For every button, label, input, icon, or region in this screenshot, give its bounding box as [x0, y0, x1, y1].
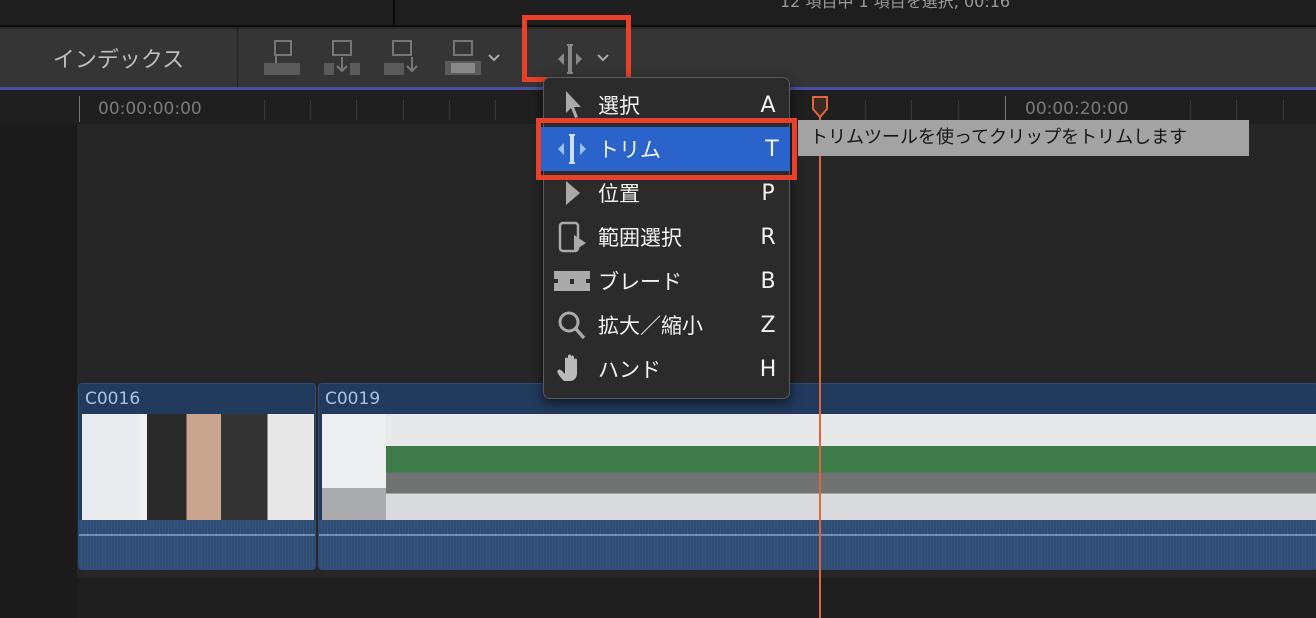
menu-item-hand[interactable]: ハンド H: [548, 347, 786, 391]
clip-thumbnail: [576, 414, 766, 520]
range-select-icon: [558, 221, 586, 253]
clip-thumbnail: [322, 414, 386, 520]
timeline-gutter: [0, 124, 77, 618]
divider: [393, 0, 395, 25]
menu-item-label: ブレード: [598, 270, 682, 294]
shortcut-key: P: [761, 180, 775, 206]
hand-icon: [557, 354, 577, 381]
clip-thumbnail: [766, 414, 956, 520]
playhead-handle[interactable]: [811, 96, 829, 118]
menu-item-label: 位置: [598, 182, 640, 206]
append-clip-icon[interactable]: [382, 39, 422, 79]
menu-item-label: 拡大／縮小: [598, 314, 703, 338]
shortcut-key: H: [759, 356, 777, 382]
blade-icon: [554, 271, 590, 291]
playhead[interactable]: [819, 110, 821, 618]
tooltip: トリムツールを使ってクリップをトリムします: [798, 120, 1249, 156]
arrow-pointer-icon: [566, 91, 581, 118]
menu-item-zoom[interactable]: 拡大／縮小 Z: [548, 303, 786, 347]
timecode-label: 00:00:20:00: [1025, 99, 1129, 119]
clip-c0019[interactable]: C0019: [318, 383, 1316, 570]
shortcut-key: A: [760, 92, 776, 118]
trim-button-highlight: [522, 15, 631, 82]
shortcut-key: B: [760, 268, 776, 294]
selection-status: 12 項目中 1 項目を選択, 00:16: [780, 0, 1011, 11]
clip-name: C0016: [85, 389, 141, 409]
menu-item-label: ハンド: [598, 358, 661, 382]
position-arrow-icon: [566, 181, 580, 205]
menu-item-label: 選択: [598, 94, 640, 118]
trim-item-highlight: [536, 118, 797, 180]
index-button[interactable]: インデックス: [0, 29, 238, 87]
clip-c0016[interactable]: C0016: [78, 383, 316, 570]
overwrite-clip-icon[interactable]: [443, 39, 483, 79]
clip-thumbnail: [956, 414, 1146, 520]
clip-thumbnail: [386, 414, 576, 520]
shortcut-key: Z: [760, 312, 776, 338]
menu-item-range-select[interactable]: 範囲選択 R: [548, 215, 786, 259]
chevron-down-icon[interactable]: [487, 53, 501, 63]
clip-thumbnail: [82, 414, 314, 520]
insert-clip-icon[interactable]: [322, 39, 362, 79]
shortcut-key: R: [760, 224, 776, 250]
connect-clip-icon[interactable]: [262, 39, 302, 79]
zoom-icon: [558, 311, 586, 340]
clip-thumbnail: [1146, 414, 1316, 520]
menu-item-label: 範囲選択: [598, 226, 682, 250]
menu-item-blade[interactable]: ブレード B: [548, 259, 786, 303]
timecode-label: 00:00:00:00: [98, 99, 202, 119]
audio-waveform: [319, 520, 1316, 569]
timeline-empty-area: [77, 578, 1316, 618]
clip-name: C0019: [325, 389, 381, 409]
top-bar: 12 項目中 1 項目を選択, 00:16: [0, 0, 1316, 27]
audio-waveform: [79, 520, 315, 569]
